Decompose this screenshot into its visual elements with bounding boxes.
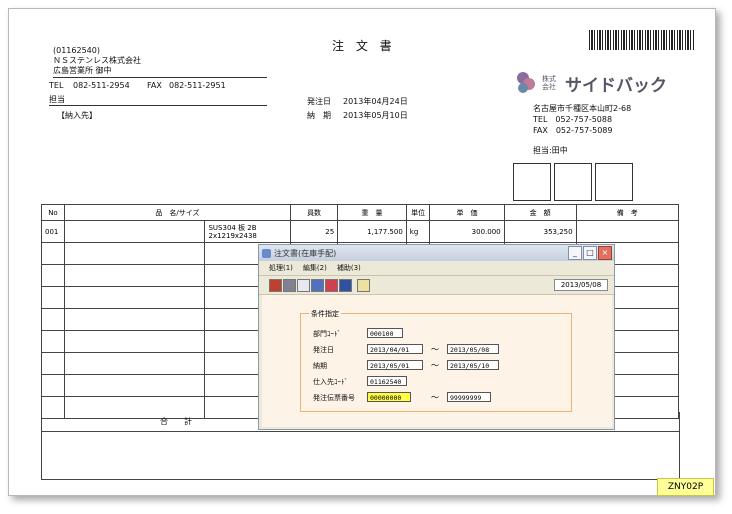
header-no: No	[41, 204, 65, 221]
window-client: 条件指定 部門ｺｰﾄﾞ 000100 発注日 2013/04/01 ～ 2013…	[262, 295, 612, 427]
remarks-box	[41, 431, 680, 480]
order-window[interactable]: 注文書(在庫手配) _ □ × 処理(1) 編集(2) 補助(3) 2013/0…	[258, 244, 615, 430]
slip-to-input[interactable]: 99999999	[447, 392, 491, 402]
system-date: 2013/05/08	[554, 279, 608, 291]
condition-group: 条件指定 部門ｺｰﾄﾞ 000100 発注日 2013/04/01 ～ 2013…	[300, 309, 572, 412]
customer-branch: 広島営業所 御中	[53, 66, 112, 75]
close-button[interactable]: ×	[598, 246, 612, 260]
company-tel: TEL 052-757-5088	[533, 115, 613, 124]
row-no: 001	[41, 220, 65, 243]
company-logo-prefix: 株式会社	[542, 75, 556, 91]
deadline: 2013年05月10日	[343, 111, 408, 120]
range-separator: ～	[431, 393, 439, 402]
range-separator: ～	[431, 361, 439, 370]
row-item-size: 2x1219x2438	[208, 231, 257, 240]
header-amount: 金 額	[503, 204, 577, 221]
menu-assist[interactable]: 補助(3)	[337, 263, 361, 273]
menu-bar: 処理(1) 編集(2) 補助(3)	[259, 261, 614, 275]
preview-tool-icon[interactable]	[297, 278, 310, 292]
supplier-input[interactable]: 01162540	[367, 376, 407, 386]
dept-label: 部門ｺｰﾄﾞ	[313, 330, 341, 338]
row-price: 300.000	[429, 220, 505, 243]
delete-tool-icon[interactable]	[325, 278, 338, 292]
divider	[49, 105, 267, 106]
tel-label: TEL	[49, 81, 64, 90]
total-label: 合 計	[160, 417, 192, 426]
company-logo-name: サイドバック	[565, 76, 667, 96]
header-weight: 重 量	[337, 204, 407, 221]
order-date-label: 発注日	[313, 346, 334, 354]
menu-edit[interactable]: 編集(2)	[303, 263, 327, 273]
row-item: SUS304 板 2B 2x1219x2438	[204, 220, 291, 243]
deadline-from-input[interactable]: 2013/05/01	[367, 360, 423, 370]
app-icon	[262, 248, 271, 258]
company-address: 名古屋市千種区本山町2-68	[533, 104, 632, 113]
table-row: 001 SUS304 板 2B 2x1219x2438 25 1,177.500 …	[41, 220, 680, 243]
window-titlebar[interactable]: 注文書(在庫手配) _ □ ×	[259, 245, 614, 261]
search-tool-icon[interactable]	[357, 278, 370, 292]
save-tool-icon[interactable]	[311, 278, 324, 292]
stamp-box	[595, 163, 633, 201]
exit-tool-icon[interactable]	[269, 278, 282, 292]
customer-code: (01162540)	[53, 46, 100, 55]
customer-name: ＮＳステンレス株式会社	[53, 56, 141, 65]
minimize-button[interactable]: _	[568, 246, 582, 260]
fax-label: FAX	[147, 81, 162, 90]
stamp-box	[513, 163, 551, 201]
company-fax: FAX 052-757-5089	[533, 126, 613, 135]
row-qty: 25	[289, 220, 339, 243]
dept-input[interactable]: 000100	[367, 328, 403, 338]
company-person: 担当:田中	[533, 146, 568, 155]
slip-label: 発注伝票番号	[313, 394, 355, 402]
range-separator: ～	[431, 345, 439, 354]
header-qty: 員数	[289, 204, 339, 221]
row-item-name: SUS304 板 2B	[208, 223, 257, 232]
document-title: 注 文 書	[332, 39, 396, 53]
customer-tel: 082-511-2954	[73, 81, 130, 90]
print-tool-icon[interactable]	[283, 278, 296, 292]
person-label: 担当	[49, 95, 65, 104]
order-date-from-input[interactable]: 2013/04/01	[367, 344, 423, 354]
window-title: 注文書(在庫手配)	[274, 248, 337, 258]
header-item: 品 名/サイズ	[63, 204, 291, 221]
order-date: 2013年04月24日	[343, 97, 408, 106]
deadline-label: 納 期	[307, 111, 331, 120]
deadline-label: 納期	[313, 362, 327, 370]
row-unit: kg	[405, 220, 431, 243]
header-notes: 備 考	[575, 204, 680, 221]
order-date-label: 発注日	[307, 97, 331, 106]
divider	[53, 77, 267, 78]
customer-fax: 082-511-2951	[169, 81, 226, 90]
supplier-label: 仕入先ｺｰﾄﾞ	[313, 378, 348, 386]
group-label: 条件指定	[309, 309, 341, 319]
row-weight: 1,177.500	[337, 220, 407, 243]
row-amount: 353,250	[503, 220, 577, 243]
toolbar: 2013/05/08	[259, 275, 614, 295]
screen-code-badge: ZNY02P	[657, 478, 714, 496]
slip-from-input[interactable]: 00000000	[367, 392, 411, 402]
delivery-label: 【納入先】	[57, 111, 97, 120]
maximize-button[interactable]: □	[583, 246, 597, 260]
menu-process[interactable]: 処理(1)	[269, 263, 293, 273]
header-unit: 単位	[405, 204, 431, 221]
list-tool-icon[interactable]	[339, 278, 352, 292]
header-price: 単 価	[429, 204, 505, 221]
order-date-to-input[interactable]: 2013/05/08	[447, 344, 499, 354]
barcode	[589, 30, 695, 50]
deadline-to-input[interactable]: 2013/05/10	[447, 360, 499, 370]
company-logo-icon	[513, 69, 539, 95]
stamp-box	[554, 163, 592, 201]
